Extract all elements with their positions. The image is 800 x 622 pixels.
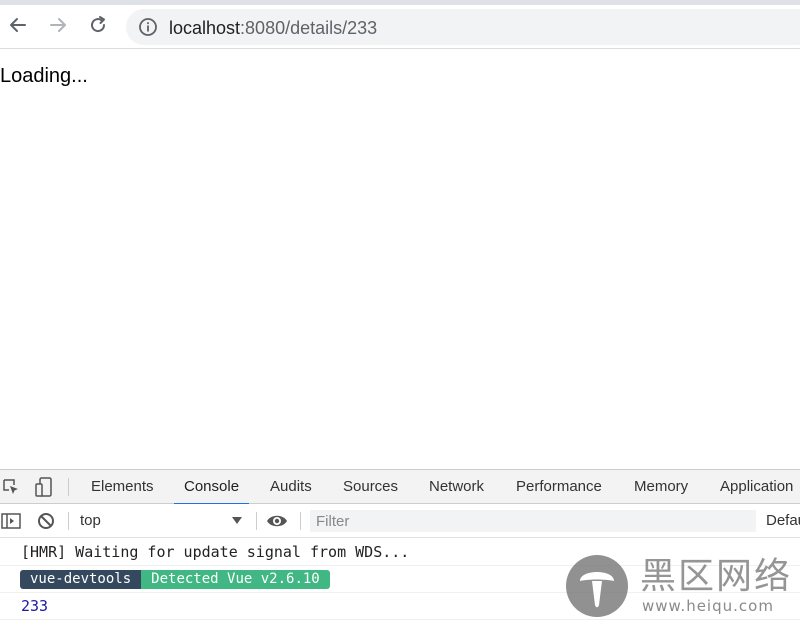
tab-audits[interactable]: Audits	[270, 470, 312, 504]
toolbar-separator	[256, 512, 257, 530]
filter-input[interactable]	[310, 510, 756, 532]
browser-toolbar: localhost:8080/details/233	[0, 5, 800, 49]
watermark-chinese: 黑区网络	[640, 556, 793, 597]
back-arrow-icon[interactable]	[4, 11, 32, 39]
log-number: 233	[21, 597, 49, 615]
badge-value: Detected Vue v2.6.10	[141, 570, 330, 589]
loading-text: Loading...	[0, 65, 88, 87]
device-toolbar-icon[interactable]	[33, 476, 55, 498]
clear-console-icon[interactable]	[35, 510, 57, 532]
badge-label: vue-devtools	[20, 570, 142, 589]
mushroom-logo-icon	[566, 555, 628, 617]
tab-sources[interactable]: Sources	[343, 470, 398, 504]
watermark: 黑区网络 www.heiqu.com	[566, 555, 800, 619]
tab-network[interactable]: Network	[429, 470, 484, 504]
url-host: localhost	[169, 18, 241, 38]
url-path: :8080/details/233	[240, 18, 378, 38]
tab-performance[interactable]: Performance	[516, 470, 602, 504]
reload-icon[interactable]	[84, 11, 112, 39]
show-sidebar-icon[interactable]	[0, 510, 22, 532]
toolbar-separator	[300, 512, 301, 530]
eye-icon[interactable]	[266, 510, 288, 532]
info-icon[interactable]	[138, 17, 158, 37]
log-levels-dropdown[interactable]: Defau	[766, 511, 800, 531]
dropdown-arrow-icon[interactable]	[232, 517, 242, 524]
tab-memory[interactable]: Memory	[634, 470, 688, 504]
devtools-tabbar: Elements Console Audits Sources Network …	[0, 470, 800, 505]
forward-arrow-icon[interactable]	[44, 11, 72, 39]
inspect-element-icon[interactable]	[0, 476, 22, 498]
context-selector[interactable]: top	[80, 511, 250, 531]
tab-elements[interactable]: Elements	[91, 470, 154, 504]
url-text: localhost:8080/details/233	[169, 18, 377, 38]
log-text: [HMR] Waiting for update signal from WDS…	[21, 543, 410, 561]
vue-devtools-badge: vue-devtools Detected Vue v2.6.10	[20, 570, 330, 589]
tab-console[interactable]: Console	[173, 470, 250, 505]
watermark-url: www.heiqu.com	[642, 597, 774, 615]
toolbar-separator	[68, 512, 69, 530]
address-bar[interactable]: localhost:8080/details/233	[126, 9, 800, 45]
tab-application[interactable]: Application	[720, 470, 793, 504]
tab-separator	[68, 478, 69, 496]
console-toolbar: top Defau	[0, 504, 800, 538]
